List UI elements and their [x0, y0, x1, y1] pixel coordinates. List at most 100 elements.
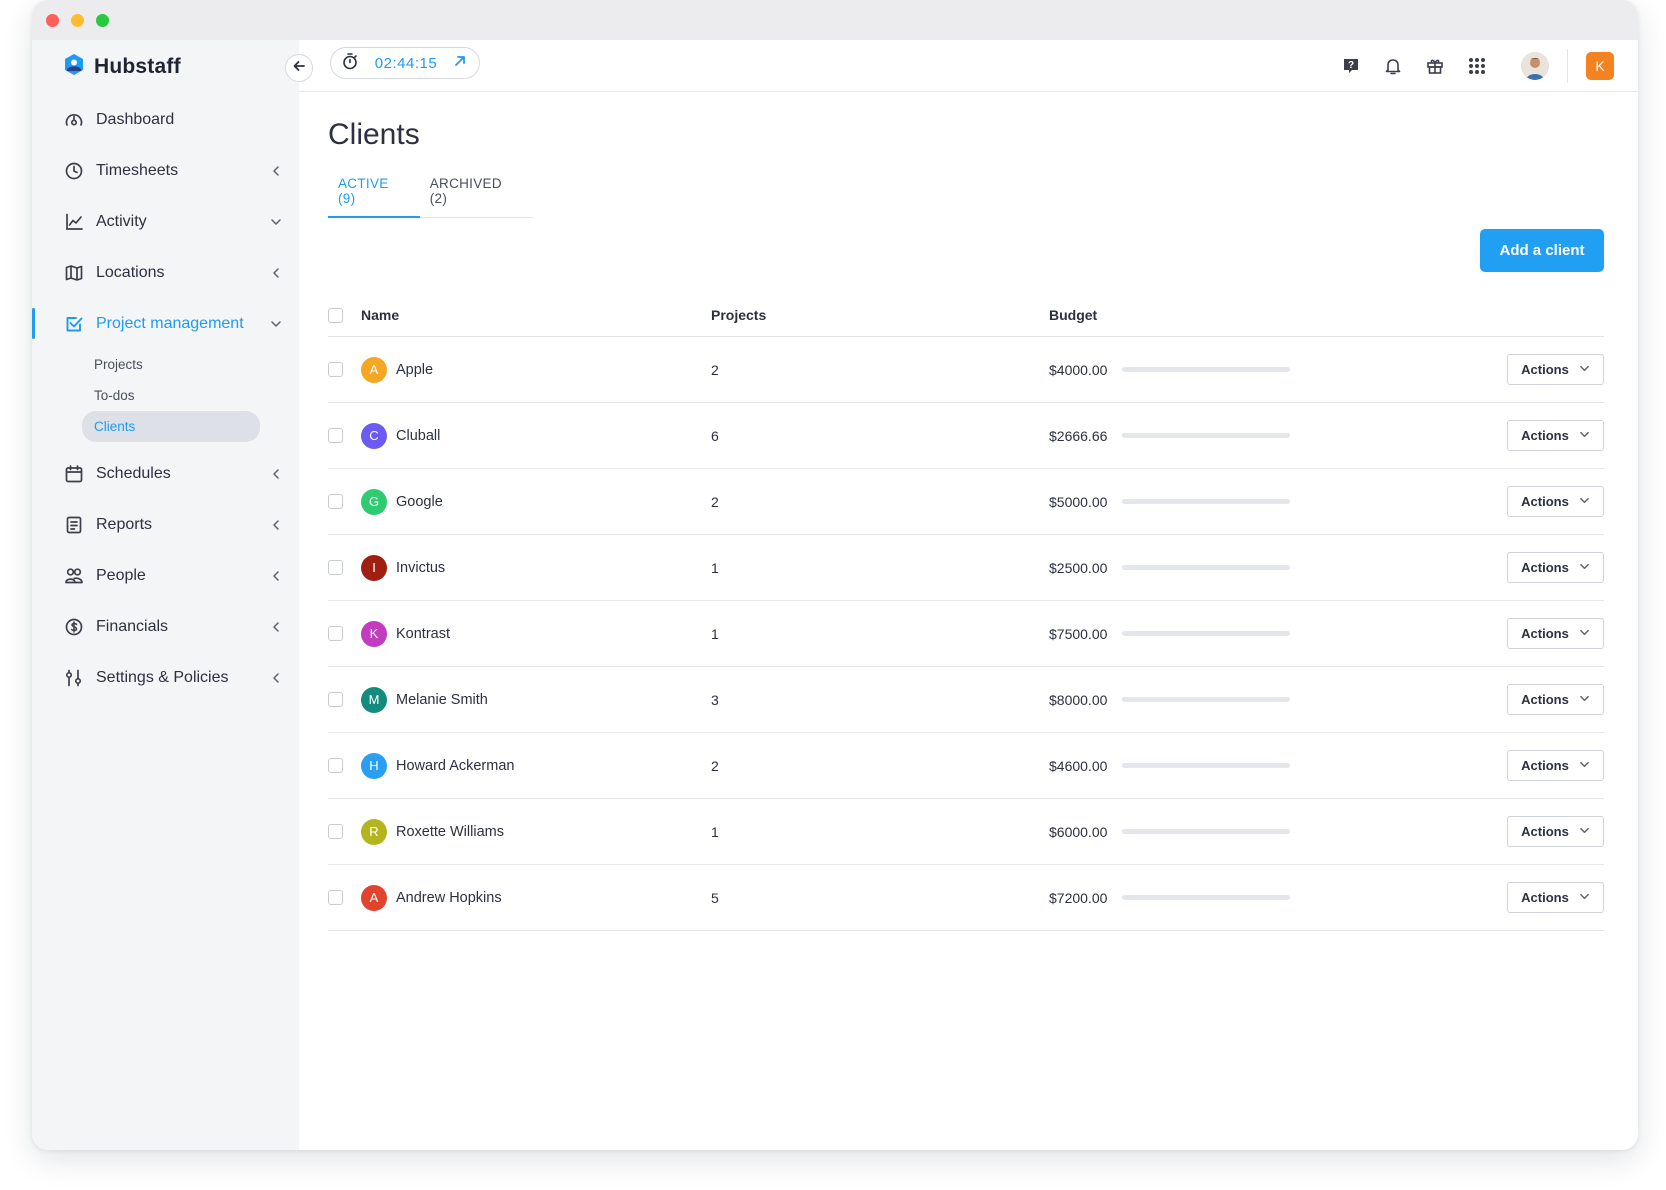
client-avatar: A: [361, 356, 387, 383]
row-checkbox[interactable]: [328, 362, 343, 377]
dollar-icon: [64, 617, 84, 637]
sidebar-subitem-to-dos[interactable]: To-dos: [82, 380, 260, 411]
actions-label: Actions: [1521, 626, 1569, 641]
actions-dropdown-button[interactable]: Actions: [1507, 750, 1604, 781]
tab-active[interactable]: ACTIVE (9): [328, 176, 420, 218]
select-all-checkbox[interactable]: [328, 307, 343, 323]
budget-progress-bar: [1122, 829, 1290, 834]
organization-badge[interactable]: K: [1586, 52, 1614, 80]
svg-text:?: ?: [1348, 60, 1354, 71]
client-avatar: M: [361, 686, 387, 713]
sidebar-item-label: Reports: [96, 515, 153, 533]
table-row: A Apple 2 $4000.00 Actions: [328, 337, 1604, 403]
chevron-down-icon[interactable]: [269, 317, 283, 331]
client-name[interactable]: Kontrast: [396, 626, 450, 642]
chevron-down-icon[interactable]: [269, 215, 283, 229]
app-body: Hubstaff Dashboard Timesheets Activity Loca…: [32, 40, 1638, 1150]
row-checkbox[interactable]: [328, 692, 343, 707]
client-name[interactable]: Google: [396, 494, 443, 510]
sidebar-item-people[interactable]: People: [32, 550, 299, 601]
open-timer-arrow-icon[interactable]: [453, 54, 467, 73]
sidebar-item-locations[interactable]: Locations: [32, 247, 299, 298]
apps-grid-icon[interactable]: [1465, 54, 1489, 78]
budget-progress-bar: [1122, 763, 1290, 768]
actions-dropdown-button[interactable]: Actions: [1507, 882, 1604, 913]
sidebar-item-timesheets[interactable]: Timesheets: [32, 145, 299, 196]
chevron-left-icon[interactable]: [269, 671, 283, 685]
actions-dropdown-button[interactable]: Actions: [1507, 684, 1604, 715]
chevron-left-icon[interactable]: [269, 467, 283, 481]
actions-label: Actions: [1521, 890, 1569, 905]
actions-dropdown-button[interactable]: Actions: [1507, 486, 1604, 517]
budget-progress-bar: [1122, 367, 1290, 372]
minimize-window-button[interactable]: [71, 13, 84, 27]
client-name[interactable]: Howard Ackerman: [396, 758, 514, 774]
sidebar-item-dashboard[interactable]: Dashboard: [32, 94, 299, 145]
client-budget: $4600.00: [1049, 757, 1108, 774]
header-budget[interactable]: Budget: [1049, 307, 1506, 323]
client-avatar: H: [361, 752, 387, 779]
row-checkbox[interactable]: [328, 890, 343, 905]
row-checkbox[interactable]: [328, 428, 343, 443]
header-projects[interactable]: Projects: [711, 307, 1049, 323]
actions-label: Actions: [1521, 824, 1569, 839]
row-checkbox[interactable]: [328, 758, 343, 773]
row-checkbox[interactable]: [328, 626, 343, 641]
client-budget: $7500.00: [1049, 625, 1108, 642]
clients-table: Name Projects Budget A Apple 2 $4000.00 …: [328, 294, 1604, 931]
budget-progress-bar: [1122, 895, 1290, 900]
actions-dropdown-button[interactable]: Actions: [1507, 354, 1604, 385]
user-avatar[interactable]: [1521, 52, 1549, 80]
brand[interactable]: Hubstaff: [32, 40, 299, 94]
client-name[interactable]: Invictus: [396, 560, 445, 576]
chevron-left-icon[interactable]: [269, 518, 283, 532]
brand-name: Hubstaff: [94, 55, 181, 78]
actions-dropdown-button[interactable]: Actions: [1507, 816, 1604, 847]
actions-label: Actions: [1521, 428, 1569, 443]
chevron-left-icon[interactable]: [269, 620, 283, 634]
client-name[interactable]: Roxette Williams: [396, 824, 504, 840]
maximize-window-button[interactable]: [96, 13, 109, 27]
actions-dropdown-button[interactable]: Actions: [1507, 618, 1604, 649]
client-name[interactable]: Melanie Smith: [396, 692, 488, 708]
chevron-down-icon: [1579, 692, 1590, 707]
sidebar-item-label: Locations: [96, 263, 165, 281]
header-name[interactable]: Name: [361, 307, 711, 323]
row-checkbox[interactable]: [328, 494, 343, 509]
chevron-down-icon: [1579, 824, 1590, 839]
chevron-left-icon[interactable]: [269, 164, 283, 178]
timer-value: 02:44:15: [374, 54, 438, 72]
collapse-sidebar-button[interactable]: [285, 54, 313, 82]
actions-label: Actions: [1521, 692, 1569, 707]
client-name[interactable]: Cluball: [396, 428, 440, 444]
chevron-left-icon[interactable]: [269, 266, 283, 280]
timer-widget[interactable]: 02:44:15: [330, 47, 480, 79]
sidebar-item-settings-and-policies[interactable]: Settings & Policies: [32, 652, 299, 703]
add-client-button[interactable]: Add a client: [1480, 229, 1604, 272]
client-budget: $4000.00: [1049, 361, 1108, 378]
actions-dropdown-button[interactable]: Actions: [1507, 420, 1604, 451]
sidebar-item-financials[interactable]: Financials: [32, 601, 299, 652]
bell-icon[interactable]: [1381, 54, 1405, 78]
row-checkbox[interactable]: [328, 824, 343, 839]
budget-progress-bar: [1122, 565, 1290, 570]
tab-archived[interactable]: ARCHIVED (2): [420, 176, 533, 217]
help-icon[interactable]: ?: [1339, 54, 1363, 78]
sidebar-item-project-management[interactable]: Project management: [32, 298, 299, 349]
table-row: A Andrew Hopkins 5 $7200.00 Actions: [328, 865, 1604, 931]
client-name[interactable]: Andrew Hopkins: [396, 890, 502, 906]
sidebar-item-schedules[interactable]: Schedules: [32, 448, 299, 499]
client-avatar: A: [361, 884, 387, 911]
client-name[interactable]: Apple: [396, 362, 433, 378]
sidebar-item-activity[interactable]: Activity: [32, 196, 299, 247]
calendar-icon: [64, 464, 84, 484]
chevron-left-icon[interactable]: [269, 569, 283, 583]
sidebar-subitem-clients[interactable]: Clients: [82, 411, 260, 442]
row-checkbox[interactable]: [328, 560, 343, 575]
chevron-down-icon: [1579, 890, 1590, 905]
sidebar-subitem-projects[interactable]: Projects: [82, 349, 260, 380]
sidebar-item-reports[interactable]: Reports: [32, 499, 299, 550]
close-window-button[interactable]: [46, 13, 59, 27]
gift-icon[interactable]: [1423, 54, 1447, 78]
actions-dropdown-button[interactable]: Actions: [1507, 552, 1604, 583]
